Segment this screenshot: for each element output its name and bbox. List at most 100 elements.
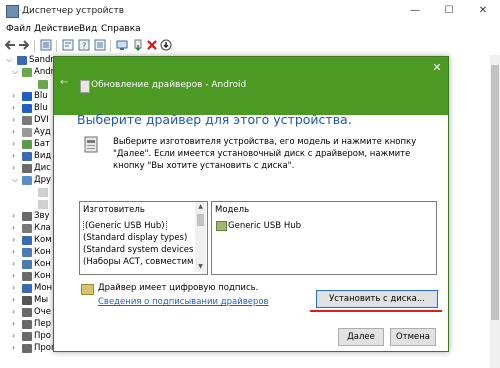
scrollbar-thumb[interactable] xyxy=(197,214,204,226)
menu-action[interactable]: Действие xyxy=(34,24,79,34)
chevron-down-icon[interactable]: ⌵ xyxy=(12,175,18,185)
chevron-right-icon[interactable]: › xyxy=(12,223,15,232)
device-category-icon xyxy=(22,332,32,341)
signed-driver-icon xyxy=(81,284,94,295)
properties-icon[interactable] xyxy=(62,39,74,51)
tree-item-label: Вид xyxy=(34,151,52,161)
menu-view[interactable]: Вид xyxy=(79,24,97,34)
svg-text:?: ? xyxy=(82,42,86,51)
device-manager-icon xyxy=(6,5,19,18)
tree-item-label: Мон xyxy=(34,283,53,293)
chevron-right-icon[interactable]: › xyxy=(12,319,15,328)
device-category-icon xyxy=(22,92,32,101)
chevron-down-icon[interactable]: ⌵ xyxy=(12,67,18,77)
help-icon[interactable]: ? xyxy=(78,39,90,51)
dialog-header: ← Обновление драйверов - Android ✕ xyxy=(54,57,448,115)
back-arrow-icon[interactable]: ← xyxy=(60,77,74,91)
tree-item-label: Кла xyxy=(34,223,51,233)
device-category-icon xyxy=(22,164,32,173)
manufacturer-list[interactable]: Изготовитель (Generic USB Hub) (Standard… xyxy=(79,201,208,275)
chevron-right-icon[interactable]: › xyxy=(12,163,15,172)
list-item[interactable]: Generic USB Hub xyxy=(228,221,301,231)
device-category-icon xyxy=(22,104,32,113)
toolbar-separator xyxy=(34,40,35,52)
device-category-icon xyxy=(22,152,32,161)
dialog-close-button[interactable]: ✕ xyxy=(430,61,444,75)
device-category-icon xyxy=(22,176,32,185)
chevron-right-icon[interactable]: › xyxy=(12,91,15,100)
driver-icon xyxy=(216,221,227,231)
back-arrow-icon[interactable] xyxy=(4,39,16,51)
chevron-right-icon[interactable]: › xyxy=(12,247,15,256)
chevron-right-icon[interactable]: › xyxy=(12,139,15,148)
tree-item-label: Blu xyxy=(34,91,48,101)
scroll-up-icon[interactable]: ▲ xyxy=(195,202,206,212)
device-category-icon xyxy=(22,236,32,245)
list-item[interactable]: (Standard system devices) xyxy=(83,245,193,255)
show-hide-tree-icon[interactable] xyxy=(40,39,52,51)
device-icon xyxy=(80,80,90,93)
update-driver-icon[interactable] xyxy=(132,39,144,51)
menu-file[interactable]: Файл xyxy=(6,24,31,34)
chevron-right-icon[interactable]: › xyxy=(12,307,15,316)
device-category-icon xyxy=(22,272,32,281)
chevron-right-icon[interactable]: › xyxy=(12,271,15,280)
list-item[interactable]: (Generic USB Hub) xyxy=(83,221,193,231)
uninstall-x-icon[interactable] xyxy=(146,39,158,51)
scrollbar-thumb[interactable] xyxy=(491,65,499,320)
device-category-icon xyxy=(22,344,32,353)
cancel-button[interactable]: Отмена xyxy=(390,328,436,346)
scroll-down-icon[interactable]: ▼ xyxy=(195,262,206,272)
model-list[interactable]: Модель Generic USB Hub xyxy=(211,201,437,275)
forward-arrow-icon[interactable] xyxy=(18,39,30,51)
minimize-button[interactable]: — xyxy=(398,0,432,22)
device-category-icon xyxy=(22,296,32,305)
dialog-title: Обновление драйверов - Android xyxy=(91,80,247,90)
disable-device-icon[interactable] xyxy=(160,39,172,51)
chevron-right-icon[interactable]: › xyxy=(12,331,15,340)
chevron-down-icon[interactable]: ⌵ xyxy=(6,55,12,65)
maximize-button[interactable]: ☐ xyxy=(432,0,466,22)
device-category-icon xyxy=(22,68,32,77)
driver-signing-link[interactable]: Сведения о подписывании драйверов xyxy=(98,297,269,307)
highlight-underline xyxy=(310,310,442,312)
list-item[interactable]: (Standard display types) xyxy=(83,233,193,243)
close-button[interactable]: ✕ xyxy=(466,0,500,22)
tree-scrollbar[interactable] xyxy=(490,55,500,368)
chevron-right-icon[interactable]: › xyxy=(12,103,15,112)
window-title: Диспетчер устройств xyxy=(22,6,125,16)
model-header: Модель xyxy=(215,205,250,215)
computer-icon xyxy=(17,56,27,65)
dialog-heading: Выберите драйвер для этого устройства. xyxy=(77,112,352,127)
tree-item-label: Оче xyxy=(34,307,51,317)
scan-hardware-icon[interactable] xyxy=(116,39,128,51)
manufacturer-scrollbar[interactable]: ▲ ▼ xyxy=(195,202,206,272)
tree-item-label: DVI xyxy=(34,115,49,125)
chevron-right-icon[interactable]: › xyxy=(12,283,15,292)
update-driver-dialog: ← Обновление драйверов - Android ✕ Выбер… xyxy=(53,56,449,352)
chevron-right-icon[interactable]: › xyxy=(12,295,15,304)
device-category-icon xyxy=(22,284,32,293)
title-bar: Диспетчер устройств — ☐ ✕ xyxy=(0,0,500,22)
next-button[interactable]: Далее xyxy=(338,328,384,346)
tree-item-label: Blu xyxy=(34,103,48,113)
toolbar: ? xyxy=(0,38,500,54)
chevron-right-icon[interactable]: › xyxy=(12,127,15,136)
device-category-icon xyxy=(22,224,32,233)
menu-help[interactable]: Справка xyxy=(101,24,141,34)
have-disk-button[interactable]: Установить с диска... xyxy=(316,290,438,308)
chevron-right-icon[interactable]: › xyxy=(12,115,15,124)
device-category-icon xyxy=(22,212,32,221)
signature-status: Драйвер имеет цифровую подпись. xyxy=(98,283,259,293)
chevron-right-icon[interactable]: › xyxy=(12,259,15,268)
chevron-right-icon[interactable]: › xyxy=(12,151,15,160)
toolbar-separator xyxy=(56,40,57,52)
chevron-right-icon[interactable]: › xyxy=(12,211,15,220)
toolbar-separator xyxy=(110,40,111,52)
list-item[interactable]: (Наборы ACT, совместимые с xyxy=(83,257,193,267)
tree-item-label: Дис xyxy=(34,163,51,173)
chevron-right-icon[interactable]: › xyxy=(12,235,15,244)
chevron-right-icon[interactable]: › xyxy=(12,343,15,352)
view-icon[interactable] xyxy=(94,39,106,51)
tree-item-label: Дру xyxy=(34,175,52,185)
